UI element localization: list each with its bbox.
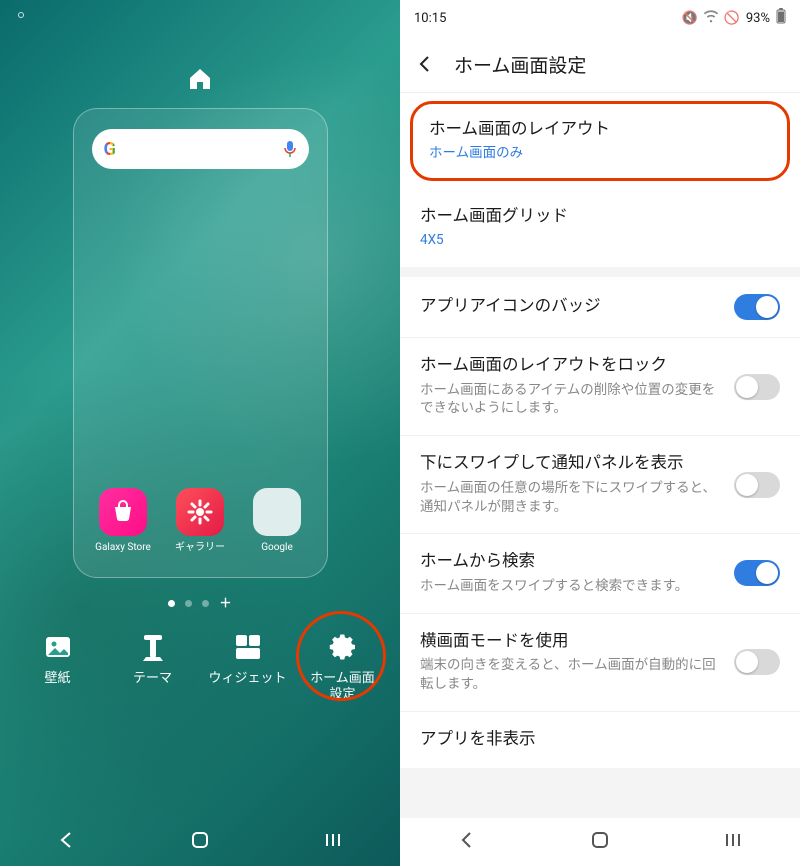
row-subtitle: ホーム画面にあるアイテムの削除や位置の変更をできないようにします。 (420, 381, 722, 419)
status-time: 10:15 (414, 11, 446, 26)
gallery-icon (176, 488, 224, 536)
row-home-layout[interactable]: ホーム画面のレイアウト ホーム画面のみ (410, 101, 790, 181)
editor-action-row: 壁紙 テーマ ウィジェット ホーム画面 設定 (0, 607, 400, 702)
settings-group-2: アプリアイコンのバッジ ホーム画面のレイアウトをロック ホーム画面にあるアイテム… (400, 277, 800, 768)
home-screen-editor: G Galaxy Store ギャ (0, 0, 400, 866)
page-dot[interactable] (202, 600, 209, 607)
row-subtitle: ホーム画面をスワイプすると検索できます。 (420, 577, 722, 596)
row-icon-badge[interactable]: アプリアイコンのバッジ (400, 277, 800, 338)
nav-back-icon[interactable] (457, 830, 477, 854)
app-galaxy-store[interactable]: Galaxy Store (94, 488, 153, 553)
nav-home-icon[interactable] (590, 830, 610, 854)
row-title: 下にスワイプして通知パネルを表示 (420, 453, 722, 475)
nav-bar-right (400, 818, 800, 866)
mic-icon[interactable] (283, 140, 297, 158)
page-dot[interactable] (185, 600, 192, 607)
row-swipe-panel[interactable]: 下にスワイプして通知パネルを表示 ホーム画面の任意の場所を下にスワイプすると、通… (400, 436, 800, 534)
row-title: ホーム画面のレイアウト (429, 119, 771, 141)
row-title: ホーム画面のレイアウトをロック (420, 355, 722, 377)
folder-icon (253, 488, 301, 536)
nav-bar-left (0, 818, 400, 866)
row-subtitle: 端末の向きを変えると、ホーム画面が自動的に回転します。 (420, 656, 722, 694)
row-landscape-mode[interactable]: 横画面モードを使用 端末の向きを変えると、ホーム画面が自動的に回転します。 (400, 614, 800, 712)
app-label: ギャラリー (175, 542, 225, 553)
action-label: ホーム画面 設定 (310, 671, 375, 702)
row-title: ホームから検索 (420, 551, 722, 573)
app-gallery[interactable]: ギャラリー (171, 488, 230, 553)
row-lock-layout[interactable]: ホーム画面のレイアウトをロック ホーム画面にあるアイテムの削除や位置の変更をでき… (400, 338, 800, 436)
nav-recents-icon[interactable] (723, 830, 743, 854)
wifi-icon (704, 9, 718, 27)
row-title: アプリアイコンのバッジ (420, 296, 722, 318)
galaxy-store-icon (99, 488, 147, 536)
nav-back-icon[interactable] (56, 829, 78, 855)
back-button[interactable] (410, 54, 440, 74)
row-subtitle: ホーム画面の任意の場所を下にスワイプすると、通知パネルが開きます。 (420, 479, 722, 517)
toggle-landscape-mode[interactable] (734, 649, 780, 675)
statusbar-right: 10:15 🔇 🚫 93% (400, 0, 800, 36)
row-title: ホーム画面グリッド (420, 206, 780, 228)
row-subtitle: ホーム画面のみ (429, 144, 771, 163)
page-title: ホーム画面設定 (454, 51, 586, 78)
status-dot-icon (18, 12, 24, 18)
google-logo-icon: G (104, 139, 116, 160)
mute-icon: 🔇 (681, 11, 697, 26)
home-page-preview[interactable]: G Galaxy Store ギャ (73, 108, 328, 578)
action-theme[interactable]: テーマ (113, 631, 193, 702)
page-indicator[interactable]: ＋ (0, 600, 400, 607)
app-label: Galaxy Store (95, 542, 151, 553)
settings-group-1: ホーム画面のレイアウト ホーム画面のみ ホーム画面グリッド 4X5 (400, 92, 800, 267)
action-widget[interactable]: ウィジェット (208, 631, 288, 702)
row-hide-apps[interactable]: アプリを非表示 (400, 712, 800, 768)
page-dot[interactable] (168, 600, 175, 607)
google-search-widget[interactable]: G (92, 129, 309, 169)
action-label: ウィジェット (208, 671, 286, 687)
toggle-lock-layout[interactable] (734, 374, 780, 400)
action-wallpaper[interactable]: 壁紙 (18, 631, 98, 702)
preview-app-row: Galaxy Store ギャラリー Google (92, 488, 309, 557)
row-title: アプリを非表示 (420, 729, 780, 751)
action-home-settings[interactable]: ホーム画面 設定 (303, 631, 383, 702)
statusbar-left (0, 0, 400, 30)
action-label: 壁紙 (44, 671, 70, 687)
settings-titlebar: ホーム画面設定 (400, 36, 800, 92)
app-google-folder[interactable]: Google (248, 488, 307, 553)
nav-home-icon[interactable] (189, 829, 211, 855)
home-screen-settings: 10:15 🔇 🚫 93% ホーム画面設定 ホーム画面のレイアウト ホーム画面の… (400, 0, 800, 866)
toggle-icon-badge[interactable] (734, 294, 780, 320)
status-battery-pct: 93% (746, 11, 770, 26)
action-label: テーマ (133, 671, 172, 687)
toggle-search-from-home[interactable] (734, 560, 780, 586)
add-page-icon[interactable]: ＋ (219, 600, 231, 607)
battery-icon (776, 8, 786, 28)
row-title: 横画面モードを使用 (420, 631, 722, 653)
no-signal-icon: 🚫 (724, 11, 740, 26)
nav-recents-icon[interactable] (322, 829, 344, 855)
row-subtitle: 4X5 (420, 231, 780, 250)
app-label: Google (261, 542, 293, 553)
default-home-icon (188, 68, 212, 90)
row-search-from-home[interactable]: ホームから検索 ホーム画面をスワイプすると検索できます。 (400, 534, 800, 613)
toggle-swipe-panel[interactable] (734, 472, 780, 498)
row-home-grid[interactable]: ホーム画面グリッド 4X5 (400, 189, 800, 267)
